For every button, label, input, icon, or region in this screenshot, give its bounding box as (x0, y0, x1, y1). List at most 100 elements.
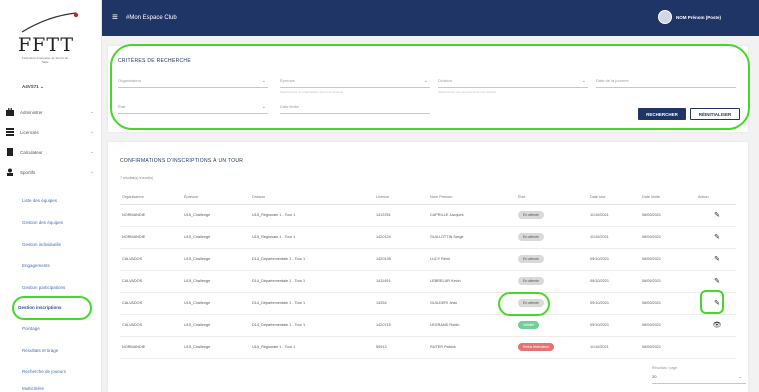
cell-licence: 1411491 (374, 270, 428, 293)
cell-date-limite: 06/09/2021 (640, 314, 696, 337)
cell-division: U15_Régionale 1 - Tour 1 (250, 336, 374, 359)
field-label: État (118, 104, 126, 109)
top-bar: ≡ #Mon Espace Club NOM Prénom (Poste) (102, 0, 759, 36)
cell-date-tour: 09/10/2021 (588, 270, 640, 293)
column-header[interactable]: Nom Prénom (428, 190, 516, 205)
column-header[interactable]: Organisateur (120, 190, 182, 205)
avatar[interactable] (658, 10, 672, 24)
calculator-icon (6, 148, 14, 156)
sidebar: FFTT Fédération Française de Tennis de T… (0, 0, 102, 392)
column-header[interactable]: Division (250, 190, 374, 205)
division-select[interactable]: Division ⌄ Sélectionnez une épreuve pour… (438, 76, 588, 94)
pencil-icon[interactable]: ✎ (714, 234, 720, 241)
status-badge: En attente (518, 299, 544, 307)
field-label: Organisateur (118, 78, 142, 83)
cell-division: D14_Départementale 1 - Tour 1 (250, 292, 374, 315)
cell-date-limite: 06/09/2021 (640, 270, 696, 293)
search-button[interactable]: RECHERCHER (638, 108, 686, 120)
pencil-icon[interactable]: ✎ (714, 256, 720, 263)
field-label: Date limite (280, 104, 299, 109)
sidebar-subitem[interactable]: Résultats et tirage (22, 348, 58, 353)
column-header[interactable]: Date limite (640, 190, 696, 205)
chevron-down-icon: ⌄ (261, 104, 266, 110)
column-header[interactable]: Licence (374, 190, 428, 205)
eye-icon[interactable]: 👁 (713, 322, 722, 329)
cell-nom: LEBRELUR Kevin (428, 270, 516, 293)
table-row: CALVADOS U15_Challenge D14_Départementale … (120, 292, 736, 315)
cell-action: 👁 (696, 314, 736, 337)
table-row: CALVADOS U15_Challenge D14_Départementale … (120, 270, 736, 293)
chevron-down-icon: ⌄ (738, 374, 742, 379)
organisateur-select[interactable]: Organisateur ⌄ (118, 76, 268, 88)
logo-swoosh-icon (21, 12, 79, 33)
cell-licence: 14254 (374, 292, 428, 315)
status-badge: En attente (518, 255, 544, 263)
sidebar-item-calculateur[interactable]: Calculateur ⌄ (6, 146, 98, 158)
sidebar-user[interactable]: A4VS71 ⌄ (22, 84, 44, 90)
etat-select[interactable]: État ⌄ (118, 102, 268, 114)
cell-date-tour: 11/10/2021 (588, 204, 640, 227)
pencil-icon[interactable]: ✎ (714, 300, 720, 307)
reset-button[interactable]: RÉINITIALISER (690, 108, 740, 120)
date-limite-input[interactable]: Date limite (280, 102, 430, 114)
cell-etat: En attente (516, 292, 588, 315)
column-header[interactable]: État (516, 190, 588, 205)
sidebar-subitem-active[interactable]: Gestion inscriptions (18, 305, 62, 310)
sidebar-item-sportifs[interactable]: Sportifs ⌄ (6, 166, 98, 178)
status-badge: En attente (518, 211, 544, 219)
epreuve-select[interactable]: Épreuve ⌄ Sélectionnez un organisateur p… (280, 76, 430, 94)
cell-date-limite: 06/09/2021 (640, 292, 696, 315)
briefcase-icon (6, 107, 14, 116)
sidebar-subitem[interactable]: Gestion participations (22, 285, 65, 290)
cell-nom: CAPRILLE Jacques (428, 204, 516, 227)
sidebar-subitem[interactable]: Recherche de joueurs (22, 369, 66, 374)
sidebar-subitem[interactable]: Gestion individuelle (22, 242, 61, 247)
column-header[interactable]: Épreuve (182, 190, 250, 205)
cell-date-limite: 06/09/2021 (640, 204, 696, 227)
sidebar-subitem[interactable]: Gestion des équipes (22, 220, 63, 225)
cell-licence: 1413761 (374, 204, 428, 227)
sidebar-item-label: Licenciés (20, 129, 39, 135)
user-name[interactable]: NOM Prénom (Poste) (676, 15, 721, 20)
cell-nom: RUTER Patrick (428, 336, 516, 359)
cell-nom: LEGRAND Robin (428, 314, 516, 337)
per-page-label: Résultats / page (652, 366, 678, 370)
status-badge: En attente (518, 233, 544, 241)
cell-org: NORMANDIE (120, 204, 182, 227)
sidebar-item-administrer[interactable]: Administrer ⌄ (6, 106, 98, 118)
column-header[interactable]: Date tour (588, 190, 640, 205)
hamburger-menu-icon[interactable]: ≡ (112, 12, 118, 23)
table-row: NORMANDIE U15_Challenge U15_Régionale 1 - … (120, 226, 736, 249)
pencil-icon[interactable]: ✎ (714, 212, 720, 219)
per-page-select[interactable]: 20 ⌄ (652, 374, 746, 384)
pencil-icon[interactable]: ✎ (714, 278, 720, 285)
sidebar-subitem[interactable]: Liste des équipes (22, 198, 57, 203)
field-label: Division (438, 78, 453, 83)
logo-subtitle: Fédération Française de Tennis de Table (21, 56, 69, 64)
sidebar-item-label: Sportifs (20, 169, 36, 175)
table-row: NORMANDIE U15_Challenge U15_Régionale 1 - … (120, 204, 736, 227)
sidebar-subitem[interactable]: Engagements (22, 263, 50, 268)
column-header: Action (696, 190, 736, 205)
cell-epreuve: U15_Challenge (182, 336, 250, 359)
sidebar-subitem[interactable]: Multicritère (22, 386, 44, 391)
cell-epreuve: U15_Challenge (182, 248, 250, 271)
cell-etat: En attente (516, 270, 588, 293)
cell-nom: LUCY Rémi (428, 248, 516, 271)
cell-epreuve: U15_Challenge (182, 270, 250, 293)
results-table: Organisateur Épreuve Division Licence No… (120, 190, 736, 359)
sidebar-item-licencies[interactable]: Licenciés ⌄ (6, 126, 98, 138)
sidebar-subitem[interactable]: Pointage (22, 326, 40, 331)
field-hint: Sélectionnez une épreuve pour une divisi… (438, 90, 497, 94)
chevron-down-icon: ⌄ (423, 78, 428, 84)
table-row: CALVADOS U15_Challenge D14_Départementale … (120, 314, 736, 337)
per-page-value: 20 (652, 374, 657, 379)
cell-org: CALVADOS (120, 314, 182, 337)
cell-division: U15_Régionale 1 - Tour 1 (250, 226, 374, 249)
cell-action (696, 336, 736, 359)
cell-licence: 1420135 (374, 248, 428, 271)
results-count: 7 résultat(s) trouvé(s) (120, 176, 154, 180)
cell-etat: En attente (516, 226, 588, 249)
date-journee-input[interactable]: Date de la journée (596, 76, 736, 88)
cell-division: U15_Régionale 1 - Tour 1 (250, 204, 374, 227)
